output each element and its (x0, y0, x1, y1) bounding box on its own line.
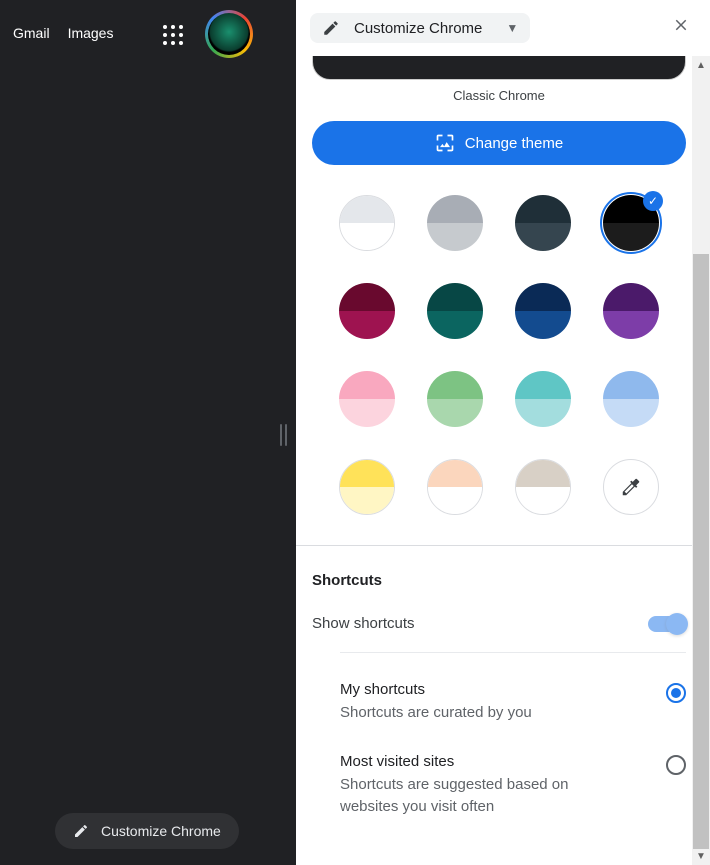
color-swatch[interactable] (515, 195, 571, 251)
color-swatch[interactable] (339, 459, 395, 515)
change-theme-label: Change theme (465, 135, 563, 152)
eyedropper-icon (620, 476, 642, 498)
close-icon (672, 16, 690, 34)
theme-caption: Classic Chrome (312, 88, 686, 103)
most-visited-title: Most visited sites (340, 753, 600, 770)
header-chip-label: Customize Chrome (354, 20, 482, 37)
color-swatch[interactable] (427, 283, 483, 339)
shortcuts-section-title: Shortcuts (312, 546, 686, 603)
my-shortcuts-radio[interactable] (666, 683, 686, 703)
header-chip[interactable]: Customize Chrome ▼ (310, 13, 530, 43)
most-visited-option[interactable]: Most visited sites Shortcuts are suggest… (312, 739, 686, 833)
customize-pill-label: Customize Chrome (101, 823, 221, 839)
color-swatch[interactable] (339, 195, 395, 251)
color-swatch[interactable] (515, 371, 571, 427)
my-shortcuts-option[interactable]: My shortcuts Shortcuts are curated by yo… (312, 667, 686, 739)
check-icon: ✓ (643, 191, 663, 211)
my-shortcuts-title: My shortcuts (340, 681, 532, 698)
close-button[interactable] (666, 10, 696, 46)
color-swatch[interactable] (603, 283, 659, 339)
most-visited-desc: Shortcuts are suggested based on website… (340, 774, 600, 819)
color-swatch[interactable] (339, 283, 395, 339)
color-swatch[interactable] (515, 459, 571, 515)
color-swatch[interactable] (427, 371, 483, 427)
most-visited-radio[interactable] (666, 755, 686, 775)
customize-chrome-button[interactable]: Customize Chrome (55, 813, 239, 849)
scroll-down-icon[interactable]: ▼ (692, 847, 710, 865)
color-swatch[interactable] (339, 371, 395, 427)
images-link[interactable]: Images (68, 25, 114, 41)
pencil-icon (322, 19, 340, 37)
pencil-icon (73, 823, 89, 839)
avatar[interactable] (205, 10, 253, 58)
wallpaper-icon (435, 133, 455, 153)
scroll-up-icon[interactable]: ▲ (692, 56, 710, 74)
color-swatch-grid: ✓ (312, 195, 686, 545)
theme-preview (312, 56, 686, 80)
apps-launcher-icon[interactable] (161, 23, 185, 47)
change-theme-button[interactable]: Change theme (312, 121, 686, 165)
show-shortcuts-label: Show shortcuts (312, 615, 415, 632)
custom-color-picker[interactable] (603, 459, 659, 515)
color-swatch[interactable] (603, 371, 659, 427)
color-swatch[interactable] (515, 283, 571, 339)
gmail-link[interactable]: Gmail (13, 25, 50, 41)
color-swatch[interactable] (427, 459, 483, 515)
resize-handle[interactable] (280, 424, 292, 446)
color-swatch[interactable] (427, 195, 483, 251)
option-divider (340, 652, 686, 653)
my-shortcuts-desc: Shortcuts are curated by you (340, 702, 532, 725)
customize-panel: Customize Chrome ▼ Classic Chrome Change… (295, 0, 710, 865)
scrollbar-thumb[interactable] (693, 254, 709, 849)
show-shortcuts-toggle[interactable] (648, 616, 686, 632)
scrollbar[interactable]: ▲ ▼ (692, 56, 710, 865)
chevron-down-icon: ▼ (506, 21, 518, 35)
